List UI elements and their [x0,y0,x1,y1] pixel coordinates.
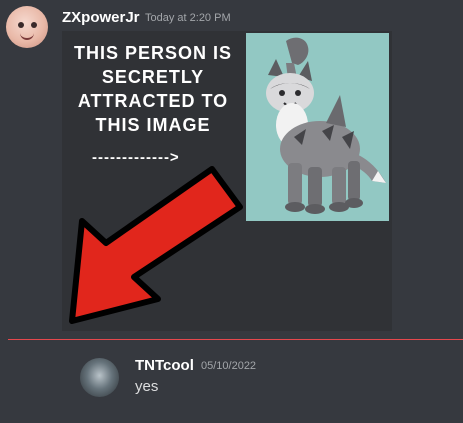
meme-caption-line: THIS PERSON IS [73,43,233,63]
message-timestamp[interactable]: Today at 2:20 PM [145,12,231,24]
meme-caption-line: SECRETLY [101,67,205,87]
avatar-eye [18,22,24,28]
avatar[interactable] [80,358,119,397]
username[interactable]: TNTcool [135,357,194,374]
red-arrow-icon [69,166,243,324]
avatar-mouth [20,32,34,40]
message-content: yes [135,378,159,395]
avatar-eye [31,22,37,28]
cat-character-drawing [246,33,389,221]
image-attachment[interactable]: THIS PERSON IS SECRETLY ATTRACTED TO THI… [62,31,392,331]
meme-caption-line: THIS IMAGE [95,115,211,135]
meme-caption: THIS PERSON IS SECRETLY ATTRACTED TO THI… [62,41,244,137]
meme-caption-line: ATTRACTED TO [77,91,229,111]
message-tntcool: TNTcool 05/10/2022 yes [0,340,463,423]
message-timestamp[interactable]: 05/10/2022 [201,360,256,372]
cat-character-image [246,33,389,221]
message-zxpowerjr: ZXpowerJr Today at 2:20 PM THIS PERSON I… [0,0,463,340]
username[interactable]: ZXpowerJr [62,9,140,26]
avatar[interactable] [6,6,48,48]
